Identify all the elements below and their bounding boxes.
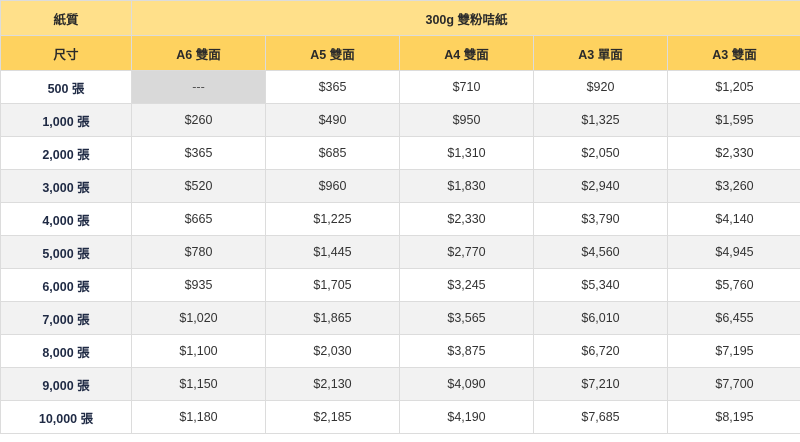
quantity-cell: 5,000 張 xyxy=(0,235,132,269)
price-cell: $2,050 xyxy=(533,136,668,170)
price-cell: $2,330 xyxy=(399,202,534,236)
price-cell: $1,595 xyxy=(667,103,800,137)
table-row: 3,000 張 $520 $960 $1,830 $2,940 $3,260 xyxy=(0,169,800,203)
price-cell: $1,100 xyxy=(131,334,266,368)
price-cell: $6,010 xyxy=(533,301,668,335)
price-table: 紙質 300g 雙粉咭紙 尺寸 A6 雙面 A5 雙面 A4 雙面 A3 單面 … xyxy=(0,0,800,434)
price-cell: $4,560 xyxy=(533,235,668,269)
price-cell: $2,940 xyxy=(533,169,668,203)
price-cell: $2,185 xyxy=(265,400,400,434)
price-table-body: 紙質 300g 雙粉咭紙 尺寸 A6 雙面 A5 雙面 A4 雙面 A3 單面 … xyxy=(0,0,800,434)
price-cell: $960 xyxy=(265,169,400,203)
price-cell: $1,225 xyxy=(265,202,400,236)
size-header: A3 單面 xyxy=(533,35,668,71)
price-cell: $260 xyxy=(131,103,266,137)
price-cell: $1,205 xyxy=(667,70,800,104)
price-cell: $4,945 xyxy=(667,235,800,269)
price-cell: $1,705 xyxy=(265,268,400,302)
price-cell: $8,195 xyxy=(667,400,800,434)
price-cell: $2,770 xyxy=(399,235,534,269)
quantity-cell: 2,000 張 xyxy=(0,136,132,170)
price-cell: $3,245 xyxy=(399,268,534,302)
price-cell: $710 xyxy=(399,70,534,104)
price-cell: $3,565 xyxy=(399,301,534,335)
price-cell: $4,140 xyxy=(667,202,800,236)
quantity-cell: 4,000 張 xyxy=(0,202,132,236)
table-row: 9,000 張 $1,150 $2,130 $4,090 $7,210 $7,700 xyxy=(0,367,800,401)
price-cell: $1,020 xyxy=(131,301,266,335)
price-cell: $6,455 xyxy=(667,301,800,335)
size-header: A6 雙面 xyxy=(131,35,266,71)
price-cell: $780 xyxy=(131,235,266,269)
price-cell: $2,030 xyxy=(265,334,400,368)
table-row: 8,000 張 $1,100 $2,030 $3,875 $6,720 $7,195 xyxy=(0,334,800,368)
price-cell: $7,700 xyxy=(667,367,800,401)
price-cell: $7,195 xyxy=(667,334,800,368)
price-cell: $7,685 xyxy=(533,400,668,434)
price-cell: $1,325 xyxy=(533,103,668,137)
price-cell: $1,310 xyxy=(399,136,534,170)
quantity-cell: 10,000 張 xyxy=(0,400,132,434)
price-cell: $685 xyxy=(265,136,400,170)
header-row-sizes: 尺寸 A6 雙面 A5 雙面 A4 雙面 A3 單面 A3 雙面 xyxy=(0,35,800,71)
price-cell: $365 xyxy=(131,136,266,170)
header-row-paper: 紙質 300g 雙粉咭紙 xyxy=(0,0,800,36)
price-cell: $3,790 xyxy=(533,202,668,236)
price-cell: --- xyxy=(131,70,266,104)
price-cell: $665 xyxy=(131,202,266,236)
price-cell: $490 xyxy=(265,103,400,137)
table-row: 7,000 張 $1,020 $1,865 $3,565 $6,010 $6,455 xyxy=(0,301,800,335)
price-cell: $3,260 xyxy=(667,169,800,203)
quantity-cell: 8,000 張 xyxy=(0,334,132,368)
quantity-cell: 3,000 張 xyxy=(0,169,132,203)
price-cell: $5,760 xyxy=(667,268,800,302)
price-cell: $2,330 xyxy=(667,136,800,170)
size-label: 尺寸 xyxy=(0,35,132,71)
price-cell: $7,210 xyxy=(533,367,668,401)
price-cell: $5,340 xyxy=(533,268,668,302)
quantity-cell: 7,000 張 xyxy=(0,301,132,335)
size-header: A4 雙面 xyxy=(399,35,534,71)
size-header: A5 雙面 xyxy=(265,35,400,71)
price-cell: $365 xyxy=(265,70,400,104)
table-row: 6,000 張 $935 $1,705 $3,245 $5,340 $5,760 xyxy=(0,268,800,302)
price-cell: $6,720 xyxy=(533,334,668,368)
price-cell: $1,830 xyxy=(399,169,534,203)
quantity-cell: 9,000 張 xyxy=(0,367,132,401)
table-row: 1,000 張 $260 $490 $950 $1,325 $1,595 xyxy=(0,103,800,137)
paper-label: 紙質 xyxy=(0,0,132,36)
price-cell: $3,875 xyxy=(399,334,534,368)
price-cell: $935 xyxy=(131,268,266,302)
table-row: 2,000 張 $365 $685 $1,310 $2,050 $2,330 xyxy=(0,136,800,170)
table-row: 10,000 張 $1,180 $2,185 $4,190 $7,685 $8,195 xyxy=(0,400,800,434)
quantity-cell: 1,000 張 xyxy=(0,103,132,137)
table-row: 500 張 --- $365 $710 $920 $1,205 xyxy=(0,70,800,104)
price-cell: $1,150 xyxy=(131,367,266,401)
price-cell: $1,865 xyxy=(265,301,400,335)
price-cell: $950 xyxy=(399,103,534,137)
quantity-cell: 500 張 xyxy=(0,70,132,104)
price-cell: $1,180 xyxy=(131,400,266,434)
price-cell: $520 xyxy=(131,169,266,203)
price-cell: $920 xyxy=(533,70,668,104)
size-header: A3 雙面 xyxy=(667,35,800,71)
price-cell: $1,445 xyxy=(265,235,400,269)
quantity-cell: 6,000 張 xyxy=(0,268,132,302)
table-row: 4,000 張 $665 $1,225 $2,330 $3,790 $4,140 xyxy=(0,202,800,236)
table-row: 5,000 張 $780 $1,445 $2,770 $4,560 $4,945 xyxy=(0,235,800,269)
price-cell: $4,190 xyxy=(399,400,534,434)
price-cell: $2,130 xyxy=(265,367,400,401)
price-cell: $4,090 xyxy=(399,367,534,401)
paper-type: 300g 雙粉咭紙 xyxy=(131,0,800,36)
